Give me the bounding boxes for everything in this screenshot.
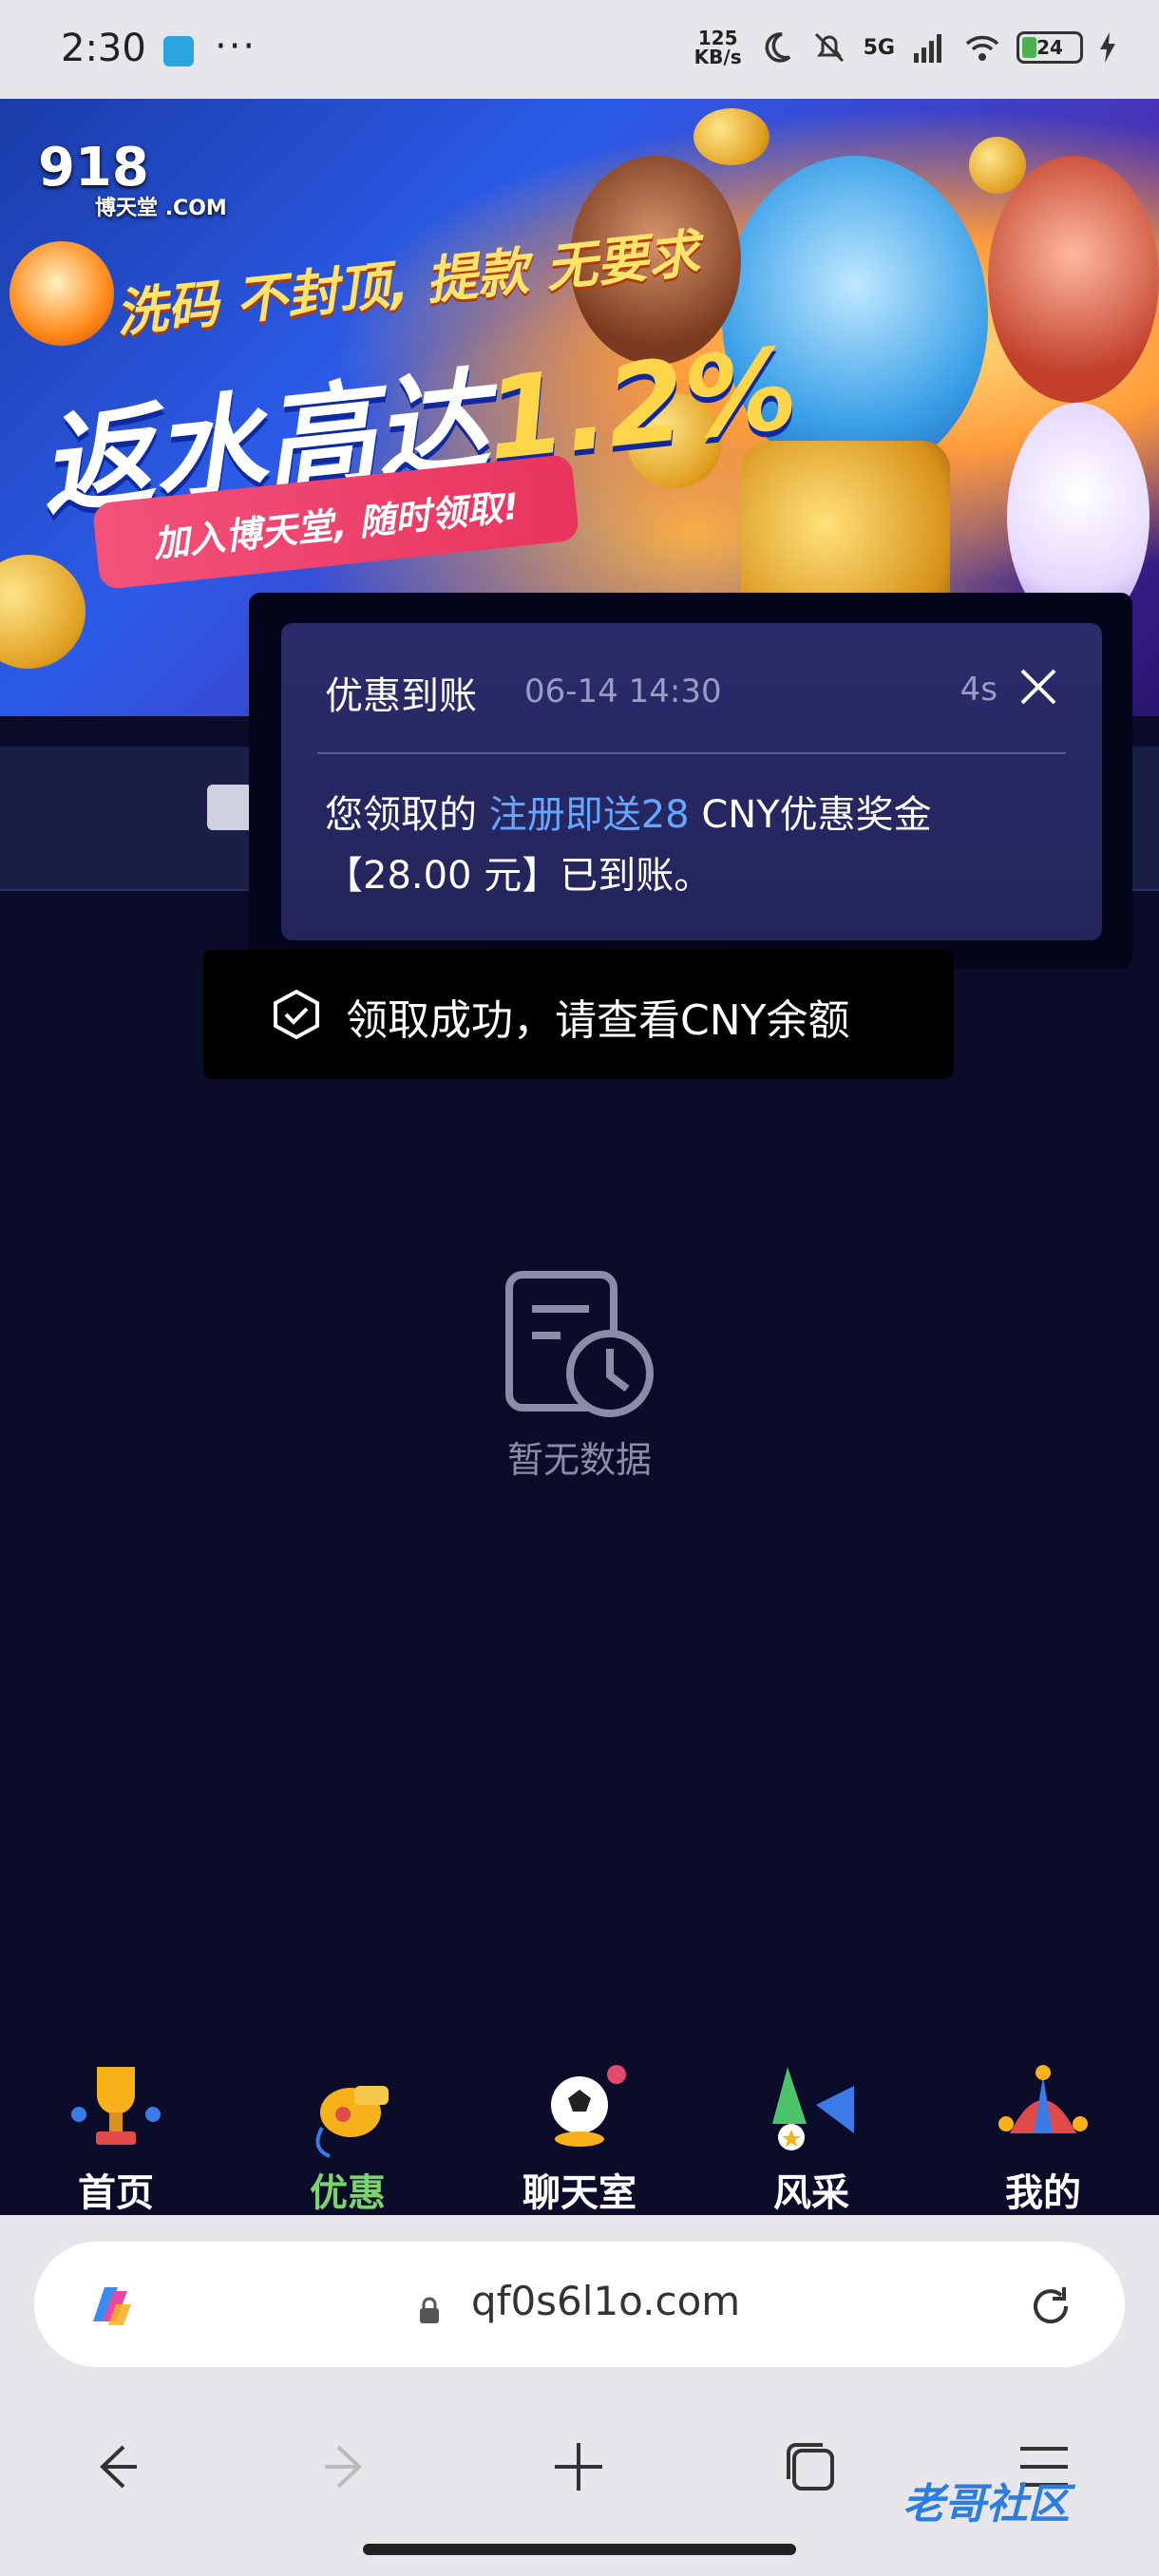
success-toast: 领取成功，请查看CNY余额 bbox=[203, 950, 954, 1079]
notice-divider bbox=[317, 752, 1066, 754]
wifi-icon bbox=[965, 35, 999, 61]
back-icon[interactable] bbox=[82, 2434, 148, 2500]
brand-logo: 918 博天堂 .COM bbox=[38, 137, 227, 221]
nav-home[interactable]: 首页 bbox=[21, 2057, 211, 2215]
shield-check-icon bbox=[274, 989, 319, 1040]
nav-chatroom-label: 聊天室 bbox=[522, 2171, 636, 2215]
bull-character bbox=[988, 156, 1159, 403]
close-icon[interactable] bbox=[1015, 663, 1062, 710]
notice-time: 06-14 14:30 bbox=[524, 672, 722, 710]
status-bar: 2:30 ··· 125 KB/s 5G 24 bbox=[0, 0, 1159, 99]
signal-icon bbox=[914, 34, 941, 63]
nav-promotions-label: 优惠 bbox=[310, 2171, 386, 2215]
nav-profile-label: 我的 bbox=[1005, 2171, 1081, 2215]
status-icons: 125 KB/s 5G 24 bbox=[694, 28, 1117, 66]
url-text: qf0s6l1o.com bbox=[471, 2278, 741, 2324]
nav-promotions[interactable]: 优惠 bbox=[253, 2057, 443, 2215]
reload-icon[interactable] bbox=[1024, 2280, 1077, 2333]
soccer-ball-icon bbox=[551, 2065, 626, 2147]
copilot-icon[interactable] bbox=[80, 2276, 141, 2337]
cards-icon[interactable] bbox=[207, 785, 253, 830]
battery-level: 24 bbox=[1036, 36, 1063, 59]
watermark: 老哥社区 bbox=[902, 2480, 1070, 2529]
fish-character bbox=[10, 241, 114, 346]
promo-notice-card: 优惠到账 06-14 14:30 4s 您领取的 注册即送28 CNY优惠奖金【… bbox=[281, 623, 1102, 940]
toast-text: 领取成功，请查看CNY余额 bbox=[346, 996, 850, 1045]
logo-domain: .COM bbox=[164, 197, 227, 220]
nav-home-label: 首页 bbox=[78, 2171, 154, 2215]
lock-icon bbox=[420, 2297, 439, 2323]
whistle-icon bbox=[315, 2086, 389, 2158]
notice-title: 优惠到账 bbox=[325, 674, 477, 718]
mute-icon bbox=[814, 32, 844, 63]
battery-indicator: 24 bbox=[1016, 31, 1083, 64]
logo-subtitle: 博天堂 bbox=[95, 197, 159, 220]
notice-body-prefix: 您领取的 bbox=[325, 793, 489, 837]
home-indicator[interactable] bbox=[363, 2544, 796, 2555]
speed-value: 125 bbox=[697, 27, 738, 49]
logo-number: 918 bbox=[38, 137, 149, 199]
charging-icon bbox=[1100, 32, 1115, 63]
empty-state-text: 暂无数据 bbox=[506, 1439, 652, 1481]
browser-chrome: qf0s6l1o.com 老哥社区 bbox=[0, 2215, 1159, 2576]
notice-body: 您领取的 注册即送28 CNY优惠奖金【28.00 元】已到账。 bbox=[325, 785, 1045, 906]
no-data-icon bbox=[505, 1271, 654, 1417]
moon-icon bbox=[765, 32, 790, 63]
nav-profile[interactable]: 我的 bbox=[948, 2057, 1138, 2215]
network-speed: 125 KB/s bbox=[694, 28, 742, 66]
network-type: 5G bbox=[863, 35, 895, 60]
forward-icon[interactable] bbox=[314, 2434, 380, 2500]
jester-hat-icon bbox=[998, 2065, 1088, 2133]
nav-gallery[interactable]: 风采 bbox=[716, 2057, 906, 2215]
new-tab-icon[interactable] bbox=[545, 2434, 612, 2500]
nav-gallery-label: 风采 bbox=[773, 2171, 849, 2215]
party-horn-icon bbox=[772, 2067, 854, 2150]
tabs-icon[interactable] bbox=[777, 2434, 844, 2500]
promo-link[interactable]: 注册即送28 bbox=[489, 793, 690, 837]
speed-unit: KB/s bbox=[694, 46, 742, 68]
more-notifications-icon: ··· bbox=[215, 25, 257, 68]
bottom-navigation: 首页 优惠 聊天室 风采 我的 bbox=[0, 2038, 1159, 2215]
address-bar[interactable]: qf0s6l1o.com bbox=[34, 2242, 1125, 2367]
status-time: 2:30 bbox=[61, 27, 146, 70]
trophy-icon bbox=[71, 2067, 161, 2145]
notice-countdown: 4s bbox=[960, 671, 998, 709]
telegram-icon bbox=[163, 36, 194, 66]
nav-chatroom[interactable]: 聊天室 bbox=[484, 2057, 674, 2215]
